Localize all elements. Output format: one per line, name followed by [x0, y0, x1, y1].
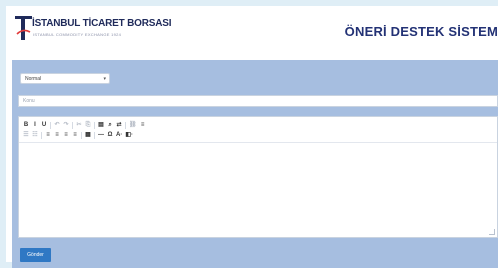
format-select-value: Normal [25, 76, 42, 82]
istanbul-ticaret-borsasi-logo[interactable]: İSTANBUL TİCARET BORSASI ISTANBUL COMMOD… [14, 12, 174, 42]
unordered-list-button[interactable]: ☷ [32, 131, 38, 139]
toolbar-separator [72, 121, 73, 129]
subject-input[interactable]: Konu [18, 95, 498, 107]
rich-text-editor[interactable]: B I U ↶ ↷ ✂ ⎘ ▤ ⌕ ⇄ ⛓ ≡ ☰ ☷ ≡ ≡ ≡ ≡ ▦ — Ω A· ◧· [18, 116, 498, 238]
undo-button[interactable]: ↶ [54, 121, 60, 129]
underline-button[interactable]: U [41, 121, 47, 129]
find-button[interactable]: ⌕ [107, 121, 113, 129]
toolbar-separator [41, 131, 42, 139]
paste-button[interactable]: ▤ [98, 121, 104, 129]
italic-button[interactable]: I [32, 121, 38, 129]
submit-button[interactable]: Gönder [20, 248, 51, 262]
logo-mark-icon [15, 16, 32, 40]
align-center-button[interactable]: ≡ [54, 131, 60, 139]
toolbar-separator [125, 121, 126, 129]
horizontal-rule-button[interactable]: — [98, 131, 104, 139]
subject-placeholder: Konu [23, 98, 35, 104]
special-char-button[interactable]: Ω [107, 131, 113, 139]
copy-button[interactable]: ⎘ [85, 121, 91, 129]
redo-button[interactable]: ↷ [63, 121, 69, 129]
align-justify-button[interactable]: ≡ [72, 131, 78, 139]
editor-content-area[interactable] [19, 143, 497, 237]
background-color-button[interactable]: ◧· [125, 131, 133, 139]
page-frame: İSTANBUL TİCARET BORSASI ISTANBUL COMMOD… [6, 6, 498, 268]
toolbar-separator [50, 121, 51, 129]
toolbar-row-2: ☰ ☷ ≡ ≡ ≡ ≡ ▦ — Ω A· ◧· [23, 131, 133, 139]
link-button[interactable]: ⛓ [129, 121, 137, 129]
logo-subtitle: ISTANBUL COMMODITY EXCHANGE 1924 [33, 32, 122, 37]
suggestion-form-panel: Normal ▾ Konu B I U ↶ ↷ ✂ ⎘ ▤ ⌕ ⇄ ⛓ ≡ ☰ ☷ ≡ ≡ ≡ ≡ ▦ — Ω A· ◧·… [12, 60, 498, 268]
unlink-button[interactable]: ≡ [140, 121, 146, 129]
toolbar-row-1: B I U ↶ ↷ ✂ ⎘ ▤ ⌕ ⇄ ⛓ ≡ [23, 121, 146, 129]
cut-button[interactable]: ✂ [76, 121, 82, 129]
toolbar-separator [94, 121, 95, 129]
format-select[interactable]: Normal ▾ [20, 73, 110, 84]
replace-button[interactable]: ⇄ [116, 121, 122, 129]
bold-button[interactable]: B [23, 121, 29, 129]
table-button[interactable]: ▦ [85, 131, 91, 139]
logo-title: İSTANBUL TİCARET BORSASI [32, 18, 172, 29]
toolbar-separator [81, 131, 82, 139]
toolbar-separator [94, 131, 95, 139]
ordered-list-button[interactable]: ☰ [23, 131, 29, 139]
editor-toolbar: B I U ↶ ↷ ✂ ⎘ ▤ ⌕ ⇄ ⛓ ≡ ☰ ☷ ≡ ≡ ≡ ≡ ▦ — Ω A· ◧· [19, 117, 497, 143]
align-right-button[interactable]: ≡ [63, 131, 69, 139]
align-left-button[interactable]: ≡ [45, 131, 51, 139]
chevron-down-icon: ▾ [103, 76, 106, 82]
system-title: ÖNERİ DESTEK SİSTEM [344, 24, 498, 39]
site-header: İSTANBUL TİCARET BORSASI ISTANBUL COMMOD… [6, 6, 498, 60]
resize-handle-icon[interactable] [489, 229, 495, 235]
text-color-button[interactable]: A· [116, 131, 122, 139]
